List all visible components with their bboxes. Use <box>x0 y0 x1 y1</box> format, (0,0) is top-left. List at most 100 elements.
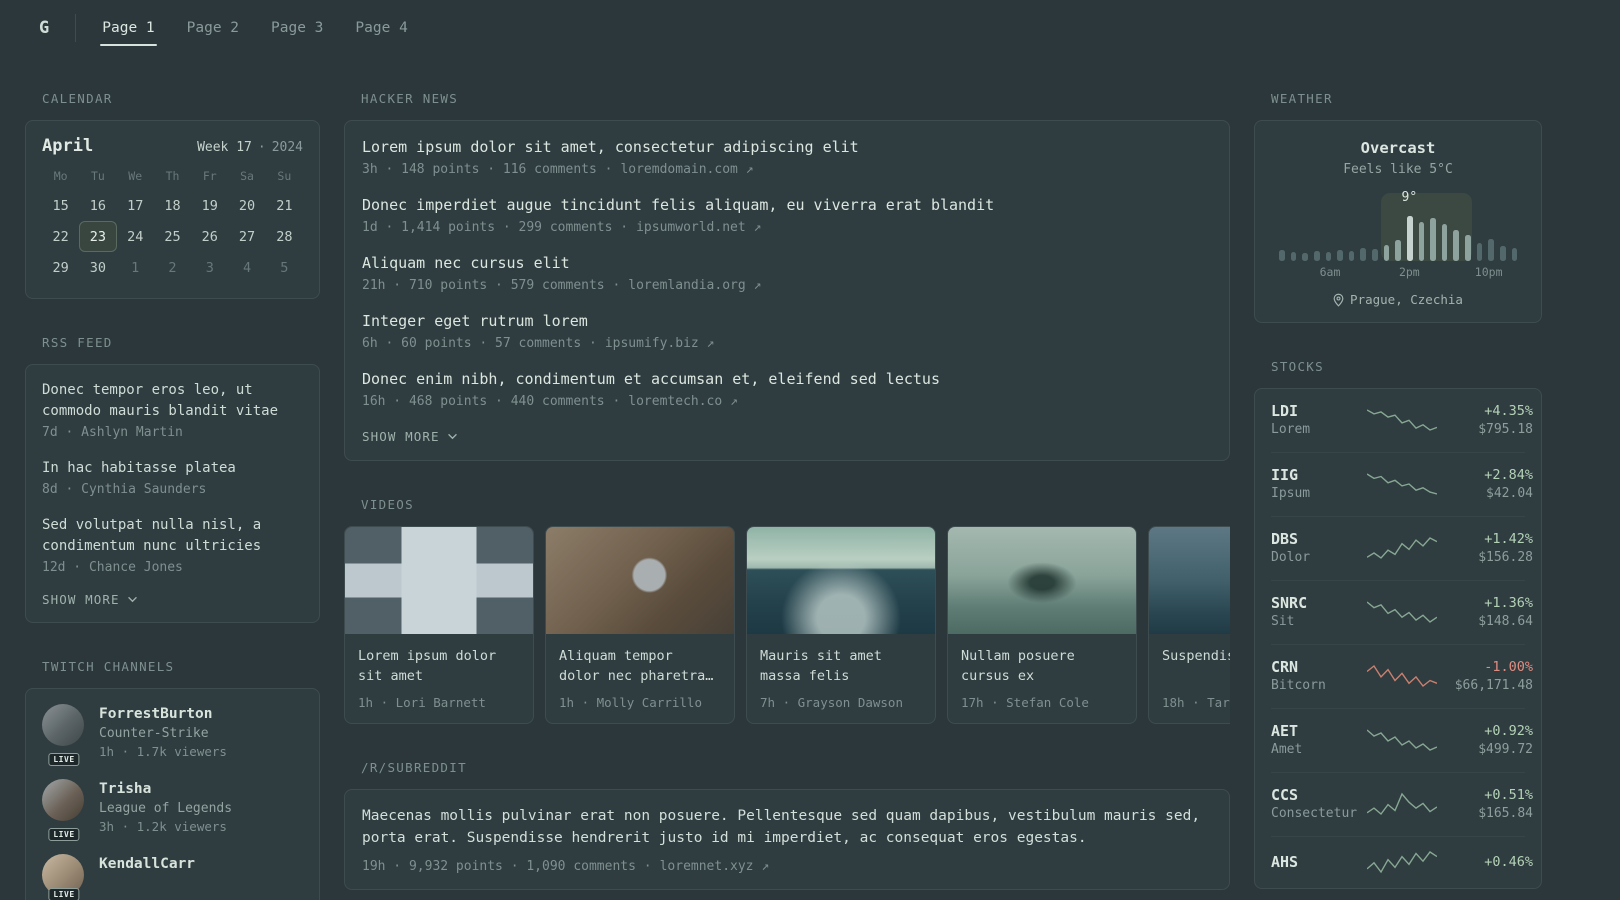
stocks-section-title: STOCKS <box>1271 359 1324 374</box>
stock-row[interactable]: SNRC Sit +1.36% $148.64 <box>1271 580 1533 644</box>
tab-page-2[interactable]: Page 2 <box>185 0 241 55</box>
reddit-post-domain-link[interactable]: loremnet.xyz ↗ <box>660 859 770 874</box>
stock-values: +0.46% <box>1437 852 1533 872</box>
calendar-weekday: Th <box>165 169 180 183</box>
stock-values: +1.36% $148.64 <box>1437 593 1533 631</box>
twitch-avatar-wrap: LIVE <box>42 779 86 841</box>
rss-show-more-button[interactable]: SHOW MORE <box>42 592 303 607</box>
calendar-day: 2 <box>168 259 177 276</box>
reddit-post-meta: 19h · 9,932 points · 1,090 comments · lo… <box>362 859 1212 874</box>
calendar-day: 15 <box>52 197 69 214</box>
stock-row[interactable]: CRN Bitcorn -1.00% $66,171.48 <box>1271 644 1533 708</box>
weather-bars <box>1279 205 1518 261</box>
hn-story-title[interactable]: Aliquam nec cursus elit <box>362 253 1212 274</box>
stock-sparkline <box>1367 473 1437 495</box>
calendar-weekday: Tu <box>90 169 105 183</box>
rss-item: In hac habitasse platea 8d · Cynthia Sau… <box>42 458 303 499</box>
hn-story-domain-link[interactable]: loremdomain.com ↗ <box>620 160 753 179</box>
tab-page-4[interactable]: Page 4 <box>353 0 409 55</box>
calendar-day: 16 <box>89 197 107 214</box>
twitch-avatar-wrap: LIVE <box>42 704 86 766</box>
rss-item-title[interactable]: Donec tempor eros leo, ut commodo mauris… <box>42 380 303 422</box>
hn-item: Donec imperdiet augue tincidunt felis al… <box>362 195 1212 237</box>
stock-info: LDI Lorem <box>1271 401 1367 439</box>
stock-change: +4.35% <box>1484 403 1533 419</box>
calendar-day: 23 <box>79 221 117 252</box>
stock-ticker: SNRC <box>1271 594 1308 612</box>
weather-bar <box>1383 245 1390 261</box>
rss-item-title[interactable]: In hac habitasse platea <box>42 458 303 479</box>
videos-row: Lorem ipsum dolor sit amet consectetu… 1… <box>344 526 1230 724</box>
video-card[interactable]: Nullam posuere cursus ex 17h · Stefan Co… <box>947 526 1137 724</box>
stock-name: Bitcorn <box>1271 678 1326 693</box>
stock-row[interactable]: CCS Consectetur +0.51% $165.84 <box>1271 772 1533 836</box>
hn-story-domain-link[interactable]: loremtech.co ↗ <box>628 392 738 411</box>
calendar-week-info: Week 17 · 2024 <box>197 140 303 155</box>
calendar-section-title: CALENDAR <box>42 91 113 106</box>
hn-story-domain-link[interactable]: loremlandia.org ↗ <box>628 276 761 295</box>
stock-ticker: CCS <box>1271 786 1299 804</box>
stock-row[interactable]: IIG Ipsum +2.84% $42.04 <box>1271 452 1533 516</box>
app-logo[interactable]: G <box>25 13 77 42</box>
stock-info: AET Amet <box>1271 721 1367 759</box>
weather-bar <box>1511 248 1518 261</box>
stock-values: +0.92% $499.72 <box>1437 721 1533 759</box>
stock-price: $165.84 <box>1478 806 1533 821</box>
calendar-day: 17 <box>127 197 144 214</box>
stock-info: SNRC Sit <box>1271 593 1367 631</box>
hn-story-stats: 16h · 468 points · 440 comments · <box>362 394 621 409</box>
rss-section-title: RSS FEED <box>42 335 113 350</box>
hn-story-title[interactable]: Donec imperdiet augue tincidunt felis al… <box>362 195 1212 216</box>
twitch-channel[interactable]: LIVE KendallCarr <box>42 854 303 900</box>
stock-price: $156.28 <box>1478 550 1533 565</box>
weather-bar <box>1499 245 1506 261</box>
video-card[interactable]: Lorem ipsum dolor sit amet consectetu… 1… <box>344 526 534 724</box>
rss-item-meta: 8d · Cynthia Saunders <box>42 482 207 497</box>
twitch-channel-info: Trisha League of Legends 3h · 1.2k viewe… <box>99 779 232 836</box>
hn-item: Donec enim nibh, condimentum et accumsan… <box>362 369 1212 411</box>
twitch-channel-info: ForrestBurton Counter-Strike 1h · 1.7k v… <box>99 704 227 761</box>
stock-row[interactable]: AHS +0.46% <box>1271 836 1533 888</box>
video-card-body: Mauris sit amet massa felis 7h · Grayson… <box>747 634 935 723</box>
video-title: Mauris sit amet massa felis <box>760 648 882 684</box>
tab-page-1[interactable]: Page 1 <box>100 0 158 55</box>
weather-bar <box>1476 242 1483 261</box>
hn-story-title[interactable]: Integer eget rutrum lorem <box>362 311 1212 332</box>
hn-story-stats: 21h · 710 points · 579 comments · <box>362 278 621 293</box>
calendar-weekday: We <box>128 169 143 183</box>
video-title: Lorem ipsum dolor sit amet consectetu… <box>358 648 497 684</box>
reddit-post-title[interactable]: Maecenas mollis pulvinar erat non posuer… <box>362 805 1212 849</box>
stock-sparkline <box>1367 729 1437 751</box>
hn-story-title[interactable]: Lorem ipsum dolor sit amet, consectetur … <box>362 137 1212 158</box>
weather-condition: Overcast <box>1360 139 1436 157</box>
hn-story-meta: 3h · 148 points · 116 comments · loremdo… <box>362 160 1212 179</box>
stock-name: Amet <box>1271 742 1303 757</box>
page-tabs: Page 1 Page 2 Page 3 Page 4 <box>100 0 410 55</box>
hn-story-domain-link[interactable]: ipsumworld.net ↗ <box>636 218 761 237</box>
video-card[interactable]: Aliquam tempor dolor nec pharetra… 1h · … <box>545 526 735 724</box>
stock-price: $499.72 <box>1478 742 1533 757</box>
hn-story-meta: 1d · 1,414 points · 299 comments · ipsum… <box>362 218 1212 237</box>
video-card[interactable]: Suspendisse diam 18h · Tara <box>1148 526 1230 724</box>
rss-item-title[interactable]: Sed volutpat nulla nisl, a condimentum n… <box>42 515 303 557</box>
stock-row[interactable]: DBS Dolor +1.42% $156.28 <box>1271 516 1533 580</box>
video-thumbnail <box>747 527 935 634</box>
stock-row[interactable]: AET Amet +0.92% $499.72 <box>1271 708 1533 772</box>
hn-item: Aliquam nec cursus elit 21h · 710 points… <box>362 253 1212 295</box>
stock-row[interactable]: LDI Lorem +4.35% $795.18 <box>1271 389 1533 452</box>
twitch-channel[interactable]: LIVE Trisha League of Legends 3h · 1.2k … <box>42 779 303 841</box>
calendar-year: 2024 <box>271 140 303 155</box>
hn-story-meta: 6h · 60 points · 57 comments · ipsumify.… <box>362 334 1212 353</box>
hn-story-title[interactable]: Donec enim nibh, condimentum et accumsan… <box>362 369 1212 390</box>
hn-story-domain-link[interactable]: ipsumify.biz ↗ <box>605 334 715 353</box>
stock-info: DBS Dolor <box>1271 529 1367 567</box>
tab-page-3[interactable]: Page 3 <box>269 0 325 55</box>
video-card[interactable]: Mauris sit amet massa felis 7h · Grayson… <box>746 526 936 724</box>
twitch-section-title: TWITCH CHANNELS <box>42 659 175 674</box>
hn-show-more-button[interactable]: SHOW MORE <box>362 429 1212 444</box>
twitch-channel[interactable]: LIVE ForrestBurton Counter-Strike 1h · 1… <box>42 704 303 766</box>
weather-bar <box>1395 239 1401 261</box>
video-thumbnail <box>345 527 533 634</box>
stock-change: +0.46% <box>1484 854 1533 870</box>
video-thumbnail <box>948 527 1136 634</box>
